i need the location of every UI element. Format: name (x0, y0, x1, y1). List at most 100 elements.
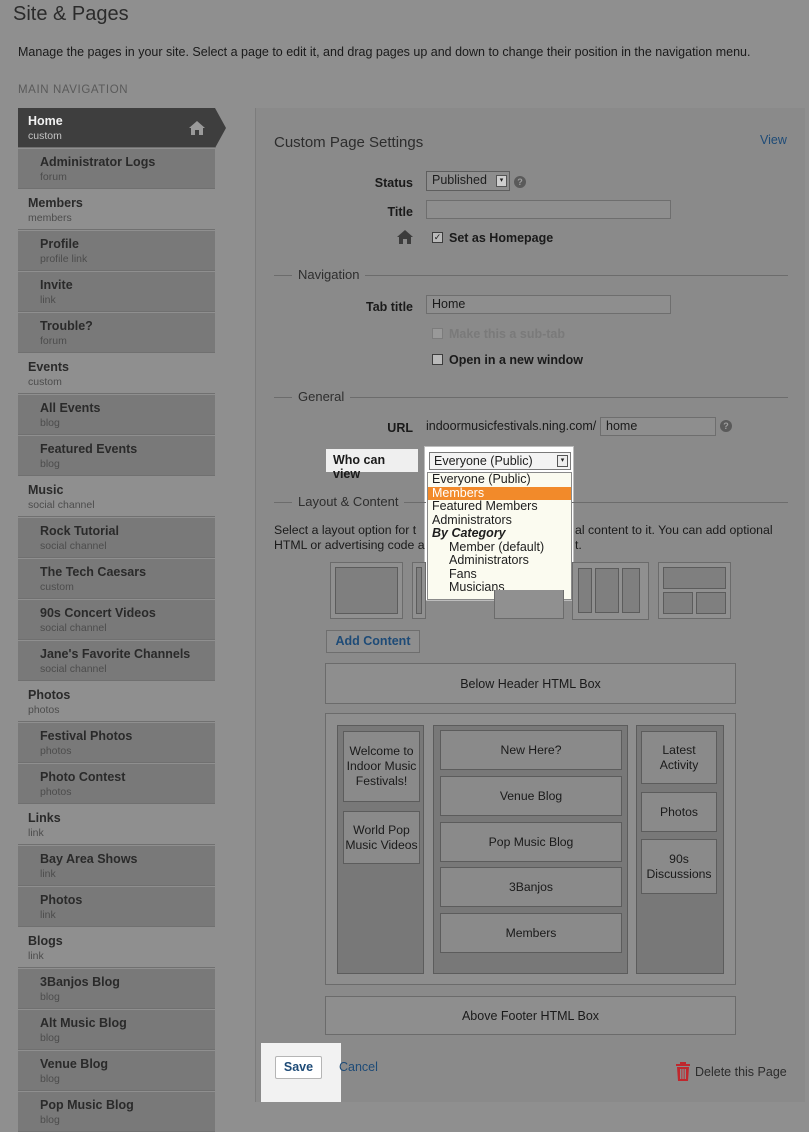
delete-page-link[interactable]: Delete this Page (695, 1065, 787, 1079)
content-module[interactable]: 3Banjos (440, 867, 622, 907)
sidebar-item-title: Trouble? (40, 319, 93, 333)
sidebar-item[interactable]: Pop Music Blog blog (18, 1092, 215, 1132)
sidebar-item-type: social channel (28, 499, 95, 511)
layout-section-title: Layout & Content (292, 494, 405, 509)
layout-option-1[interactable] (330, 562, 403, 619)
sidebar-item-title: Administrator Logs (40, 155, 156, 169)
above-footer-html-box[interactable]: Above Footer HTML Box (325, 996, 736, 1035)
sidebar-item[interactable]: 3Banjos Blog blog (18, 969, 215, 1009)
sidebar-item-title: Photos (40, 893, 83, 907)
sidebar-item-type: social channel (40, 540, 107, 552)
content-module[interactable]: 90s Discussions (641, 839, 717, 894)
trash-icon[interactable] (675, 1062, 691, 1081)
sidebar-item[interactable]: Trouble? forum (18, 313, 215, 353)
sidebar-item-title: Jane's Favorite Channels (40, 647, 191, 661)
content-module[interactable]: New Here? (440, 730, 622, 770)
who-can-view-select[interactable]: Everyone (Public) ▾ (429, 452, 571, 470)
sidebar-item-title: Bay Area Shows (40, 852, 138, 866)
sidebar-item-title: Venue Blog (40, 1057, 109, 1071)
sidebar-item[interactable]: Links link (18, 805, 215, 845)
sidebar-item[interactable]: Invite link (18, 272, 215, 312)
dropdown-option[interactable]: Fans (428, 567, 571, 582)
sidebar-item-type: blog (40, 1073, 60, 1085)
below-header-html-box[interactable]: Below Header HTML Box (325, 663, 736, 704)
sidebar-item-type: custom (40, 581, 74, 593)
dropdown-option[interactable]: Administrators (428, 554, 571, 568)
sidebar-item[interactable]: Festival Photos photos (18, 723, 215, 763)
dropdown-option[interactable]: Member (default) (428, 540, 571, 555)
subtab-label: Make this a sub-tab (449, 327, 565, 341)
sidebar-item[interactable]: Profile profile link (18, 231, 215, 271)
sidebar-item-type: blog (40, 1032, 60, 1044)
help-icon[interactable]: ? (720, 420, 732, 432)
status-value: Published (432, 173, 487, 187)
sidebar-item[interactable]: Featured Events blog (18, 436, 215, 476)
sidebar-item[interactable]: Events custom (18, 354, 215, 394)
homepage-checkbox[interactable]: ✓ (432, 232, 443, 243)
sidebar-item[interactable]: Members members (18, 190, 215, 230)
sidebar-item[interactable]: The Tech Caesars custom (18, 559, 215, 599)
dropdown-option[interactable]: Members (428, 486, 571, 500)
tab-title-label: Tab title (366, 300, 413, 314)
sidebar-item[interactable]: 90s Concert Videos social channel (18, 600, 215, 640)
sidebar-item-type: link (40, 909, 56, 921)
layout-option-2[interactable] (412, 562, 426, 619)
content-module[interactable]: Venue Blog (440, 776, 622, 816)
who-can-view-dropdown[interactable]: Everyone (Public) ▾ Everyone (Public) Mem… (424, 446, 574, 601)
new-window-checkbox[interactable] (432, 354, 443, 365)
chevron-down-icon: ▾ (557, 455, 568, 467)
layout-option-3[interactable] (494, 590, 564, 619)
sidebar-item[interactable]: Blogs link (18, 928, 215, 968)
content-module[interactable]: Pop Music Blog (440, 822, 622, 862)
dropdown-option[interactable]: Everyone (Public) (428, 473, 571, 487)
sidebar-item-title: Pop Music Blog (40, 1098, 134, 1112)
layout-description-2b: t. (575, 538, 582, 552)
layout-option-5[interactable] (658, 562, 731, 619)
sidebar-item[interactable]: All Events blog (18, 395, 215, 435)
url-label: URL (387, 421, 413, 435)
sidebar-item-title: Music (28, 483, 64, 497)
active-arrow (215, 108, 226, 148)
view-link[interactable]: View (760, 133, 787, 147)
sidebar-item-type: custom (28, 130, 62, 142)
help-icon[interactable]: ? (514, 176, 526, 188)
sidebar-item[interactable]: Jane's Favorite Channels social channel (18, 641, 215, 681)
sidebar-item[interactable]: Music social channel (18, 477, 215, 517)
sidebar-item[interactable]: Bay Area Shows link (18, 846, 215, 886)
sidebar-item-title: Photos (28, 688, 71, 702)
save-button[interactable]: Save (275, 1056, 322, 1079)
dropdown-option[interactable]: Featured Members (428, 500, 571, 514)
tab-title-input[interactable]: Home (426, 295, 671, 314)
sidebar-item-type: blog (40, 991, 60, 1003)
layout-option-selected[interactable] (572, 562, 649, 620)
sidebar-item[interactable]: Home custom (18, 108, 226, 148)
sidebar-item[interactable]: Rock Tutorial social channel (18, 518, 215, 558)
sidebar-item-type: link (28, 950, 44, 962)
sidebar-item-title: All Events (40, 401, 101, 415)
sidebar-item[interactable]: Alt Music Blog blog (18, 1010, 215, 1050)
sidebar-item-title: The Tech Caesars (40, 565, 147, 579)
content-module[interactable]: Photos (641, 792, 717, 832)
cancel-link[interactable]: Cancel (339, 1060, 378, 1074)
sidebar-item-type: blog (40, 1114, 60, 1126)
status-select[interactable]: Published ▾ (426, 171, 510, 191)
content-module[interactable]: Latest Activity (641, 731, 717, 784)
title-input[interactable] (426, 200, 671, 219)
sidebar-item-title: Events (28, 360, 69, 374)
url-input[interactable]: home (600, 417, 716, 436)
sidebar-item[interactable]: Venue Blog blog (18, 1051, 215, 1091)
who-can-view-label: Who can view (326, 449, 418, 481)
add-content-button[interactable]: Add Content (326, 630, 420, 653)
subtab-checkbox[interactable] (432, 328, 443, 339)
sidebar-item[interactable]: Administrator Logs forum (18, 149, 215, 189)
sidebar-item[interactable]: Photos link (18, 887, 215, 927)
content-module[interactable]: Members (440, 913, 622, 953)
sidebar-item[interactable]: Photos photos (18, 682, 215, 722)
dropdown-option[interactable]: Administrators (428, 513, 571, 528)
content-module[interactable]: Welcome to Indoor Music Festivals! (343, 731, 420, 802)
content-module[interactable]: World Pop Music Videos (343, 811, 420, 864)
page-title: Site & Pages (13, 3, 129, 25)
url-prefix: indoormusicfestivals.ning.com/ (426, 419, 597, 433)
who-can-view-options: Everyone (Public) Members Featured Members… (427, 472, 572, 600)
sidebar-item[interactable]: Photo Contest photos (18, 764, 215, 804)
